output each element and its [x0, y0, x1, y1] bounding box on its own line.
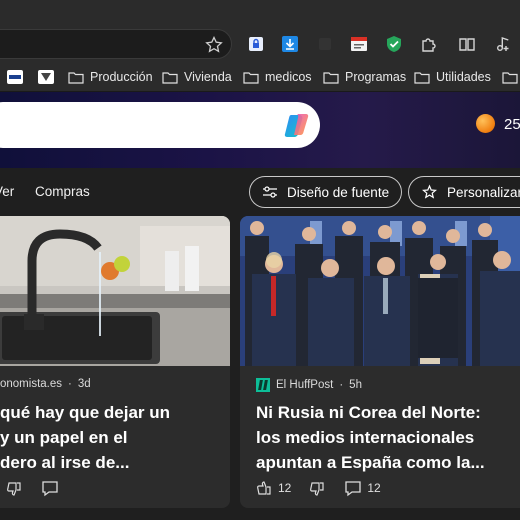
favorites-music-icon[interactable]: [494, 35, 512, 53]
news-source[interactable]: El HuffPost · 5h: [256, 378, 362, 392]
folder-icon: [68, 71, 84, 84]
browser-toolbar: [0, 0, 520, 60]
bookmark-folder-produccion[interactable]: Producción: [68, 68, 153, 86]
sliders-icon: [263, 186, 277, 198]
bookmark-folder-programas[interactable]: Programas: [323, 68, 406, 86]
bookmark-folder-vivienda[interactable]: Vivienda: [162, 68, 232, 86]
news-card-1[interactable]: onomista.es · 3d qué hay que dejar un y …: [0, 216, 230, 508]
bookmark-folder-medicos[interactable]: medicos: [243, 68, 312, 86]
comment-button[interactable]: 12: [344, 480, 381, 497]
source-name: onomista.es: [0, 378, 63, 390]
bookmark-label: medicos: [265, 70, 312, 84]
folder-icon: [323, 71, 339, 84]
headline-line: dero al irse de...: [0, 453, 130, 472]
source-name: El HuffPost: [276, 379, 334, 391]
like-button[interactable]: 12: [256, 480, 291, 497]
nav-tab-ver[interactable]: Ver: [0, 184, 14, 199]
personalize-label: Personalizar: [447, 184, 520, 200]
source-separator: ·: [68, 378, 72, 390]
news-image-summit-group-photo: [240, 216, 520, 366]
news-age: 3d: [77, 378, 91, 390]
folder-icon: [414, 71, 430, 84]
comment-icon[interactable]: [41, 480, 59, 497]
font-design-label: Diseño de fuente: [287, 184, 390, 200]
folder-icon: [162, 71, 178, 84]
rewards-coin-icon[interactable]: [476, 114, 495, 133]
favorite-star-icon[interactable]: [205, 36, 223, 54]
nav-tab-compras[interactable]: Compras: [35, 184, 90, 199]
like-icon: [257, 480, 271, 495]
hidden-extension-icon[interactable]: [316, 35, 334, 53]
site-favicon-icon: [7, 70, 23, 84]
bookmarks-bar: Producción Vivienda medicos Programas Ut…: [0, 60, 520, 92]
dislike-icon[interactable]: [6, 480, 23, 497]
feed-nav: Ver Compras Diseño de fuente Personaliza…: [0, 168, 520, 216]
download-extension-icon[interactable]: [281, 35, 299, 53]
bookmark-favicon-1[interactable]: [7, 68, 23, 86]
lock-extension-icon[interactable]: [247, 35, 265, 53]
copilot-icon[interactable]: [282, 110, 312, 140]
shield-check-icon[interactable]: [385, 35, 403, 53]
bookmark-label: Producción: [90, 70, 153, 84]
bookmark-label: Utilidades: [436, 70, 491, 84]
news-age: 5h: [349, 379, 362, 391]
folder-icon: [502, 71, 518, 84]
bookmark-label: Vivienda: [184, 70, 232, 84]
like-count: 12: [278, 481, 292, 495]
headline-line: apuntan a España como la...: [256, 453, 485, 472]
sparkle-star-icon: [422, 183, 437, 199]
bookmark-folder-overflow[interactable]: [502, 68, 518, 86]
flex-extension-icon[interactable]: [350, 35, 368, 53]
bookmark-favicon-2[interactable]: [38, 68, 54, 86]
address-bar[interactable]: [0, 29, 232, 59]
news-source[interactable]: onomista.es · 3d: [0, 378, 91, 390]
bookmark-label: Programas: [345, 70, 407, 84]
headline-line: los medios internacionales: [256, 428, 475, 447]
font-design-button[interactable]: Diseño de fuente: [249, 176, 403, 208]
site-favicon-icon: [38, 70, 54, 84]
dislike-icon[interactable]: [309, 480, 326, 497]
huffpost-logo-icon: [256, 378, 270, 392]
card-actions: [6, 478, 59, 498]
folder-icon: [243, 71, 259, 84]
card-actions: 12 12: [256, 478, 381, 498]
web-search-input[interactable]: [0, 102, 320, 148]
headline-line: qué hay que dejar un: [0, 403, 171, 422]
personalize-button[interactable]: Personalizar: [408, 176, 520, 208]
browser-window: Producción Vivienda medicos Programas Ut…: [0, 0, 520, 520]
headline-line: y un papel en el: [0, 428, 128, 447]
rewards-points[interactable]: 25: [504, 116, 520, 133]
headline-line: Ni Rusia ni Corea del Norte:: [256, 403, 481, 422]
news-headline[interactable]: Ni Rusia ni Corea del Norte: los medios …: [256, 400, 485, 475]
comment-count: 12: [367, 481, 381, 495]
split-screen-icon[interactable]: [458, 35, 476, 53]
news-image-kitchen-sink: [0, 216, 230, 366]
source-separator: ·: [339, 379, 344, 391]
news-headline[interactable]: qué hay que dejar un y un papel en el de…: [0, 400, 170, 475]
extensions-puzzle-icon[interactable]: [420, 35, 438, 53]
news-card-2[interactable]: El HuffPost · 5h Ni Rusia ni Corea del N…: [240, 216, 520, 508]
bookmark-folder-utilidades[interactable]: Utilidades: [414, 68, 491, 86]
comment-icon: [345, 480, 362, 496]
search-banner: 25: [0, 92, 520, 168]
